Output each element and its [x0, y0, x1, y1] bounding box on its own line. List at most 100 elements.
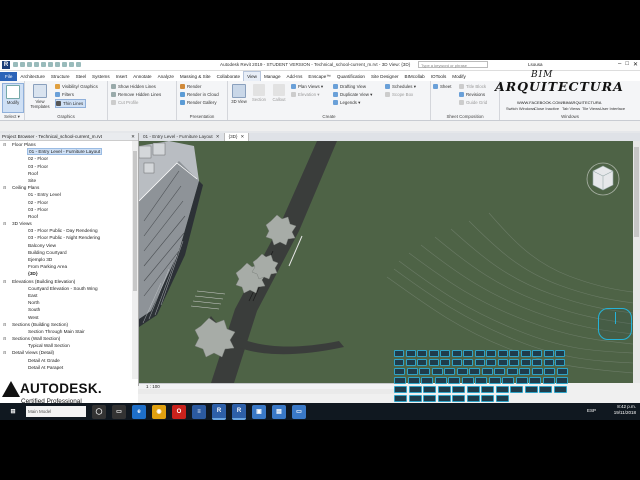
render-button[interactable]: Render: [180, 83, 201, 90]
keyboard-key[interactable]: [394, 377, 406, 384]
callout-button[interactable]: Callout: [269, 83, 289, 111]
tab-enscape[interactable]: Enscape™: [305, 72, 333, 81]
render-gallery-button[interactable]: Render Gallery: [180, 99, 217, 106]
keyboard-key[interactable]: [434, 377, 447, 384]
tab-annotate[interactable]: Annotate: [130, 72, 154, 81]
tree-item[interactable]: 01 - Entry Level - Furniture Layout: [0, 148, 132, 156]
keyboard-key[interactable]: [406, 368, 418, 375]
revisions-button[interactable]: Revisions: [459, 91, 485, 98]
tree-item[interactable]: East: [0, 292, 132, 299]
tree-item[interactable]: Balcony View: [0, 242, 132, 249]
keyboard-key[interactable]: [405, 350, 416, 357]
3d-view-icon[interactable]: [62, 62, 67, 67]
thin-lines-button[interactable]: Thin Lines: [55, 99, 87, 108]
tree-item[interactable]: From Parking Area: [0, 263, 132, 270]
keyboard-key[interactable]: [555, 359, 565, 366]
collapse-toggle-icon[interactable]: ⊟: [3, 220, 6, 227]
tree-item[interactable]: Courtyard Elevation - South Wing: [0, 285, 132, 292]
cut-profile-button[interactable]: Cut Profile: [111, 99, 139, 106]
guide-grid-button[interactable]: Guide Grid: [459, 99, 487, 106]
keyboard-key[interactable]: [497, 359, 508, 366]
tab-systems[interactable]: Systems: [89, 72, 113, 81]
save-icon[interactable]: [20, 62, 25, 67]
keyboard-key[interactable]: [481, 395, 494, 402]
language-indicator[interactable]: ESP: [587, 408, 596, 414]
plan-views-button[interactable]: Plan Views ▾: [291, 83, 323, 90]
keyboard-key[interactable]: [466, 395, 480, 402]
remove-hidden-lines-button[interactable]: Remove Hidden Lines: [111, 91, 161, 98]
keyboard-key[interactable]: [520, 350, 531, 357]
taskbar-search-input[interactable]: Main Model: [26, 406, 86, 417]
tree-item[interactable]: North: [0, 299, 132, 306]
revit-logo-icon[interactable]: R: [2, 61, 10, 69]
collapse-toggle-icon[interactable]: ⊟: [3, 184, 6, 191]
tree-item[interactable]: Section Through Main Stair: [0, 328, 132, 335]
keyboard-key[interactable]: [515, 377, 528, 384]
tab-insert[interactable]: Insert: [113, 72, 131, 81]
keyboard-key[interactable]: [394, 359, 404, 366]
document-tab[interactable]: {3D} ✕: [224, 133, 250, 141]
tree-item[interactable]: Detail At Parapet: [0, 364, 132, 371]
user-name[interactable]: Lsousa: [528, 62, 543, 67]
clock-date[interactable]: 19/11/2018: [614, 410, 636, 416]
keyboard-key[interactable]: [520, 359, 531, 366]
undo-icon[interactable]: [27, 62, 32, 67]
tab-steel[interactable]: Steel: [73, 72, 89, 81]
tab-view[interactable]: View: [243, 71, 261, 81]
collapse-toggle-icon[interactable]: ⊟: [3, 278, 6, 285]
keyboard-key[interactable]: [437, 386, 451, 393]
task-view-icon[interactable]: ▭: [112, 404, 126, 419]
tree-item[interactable]: 02 - Floor: [0, 155, 132, 162]
keyboard-key[interactable]: [556, 368, 568, 375]
text-icon[interactable]: [55, 62, 60, 67]
keyboard-key[interactable]: [405, 359, 416, 366]
select-panel-label[interactable]: Select ▾: [0, 113, 24, 120]
keyboard-key[interactable]: [542, 377, 555, 384]
keyboard-key[interactable]: [486, 350, 496, 357]
edge-icon[interactable]: e: [132, 404, 146, 419]
visibility-graphics-button[interactable]: Visibility/ Graphics: [55, 83, 98, 90]
scope-box-button[interactable]: Scope Box: [385, 91, 413, 98]
schedules-button[interactable]: Schedules ▾: [385, 83, 416, 90]
keyboard-key[interactable]: [532, 350, 542, 357]
keyboard-key[interactable]: [423, 386, 436, 393]
keyboard-key[interactable]: [451, 359, 462, 366]
tree-item[interactable]: 03 - Floor Public - Night Rendering: [0, 234, 132, 241]
keyboard-key[interactable]: [394, 386, 407, 393]
tree-category[interactable]: ⊟ Ceiling Plans: [0, 184, 132, 191]
keyboard-key[interactable]: [440, 359, 450, 366]
chrome-icon[interactable]: ◉: [152, 404, 166, 419]
keyboard-key[interactable]: [495, 395, 509, 402]
tab-site-designer[interactable]: Site Designer: [368, 72, 402, 81]
keyboard-key[interactable]: [495, 386, 509, 393]
keyboard-key[interactable]: [444, 368, 455, 375]
tree-category[interactable]: ⊟ Sections (Building Section): [0, 321, 132, 328]
view-cube[interactable]: [586, 162, 620, 196]
redo-icon[interactable]: [34, 62, 39, 67]
tree-item[interactable]: Building Courtyard: [0, 249, 132, 256]
keyboard-key[interactable]: [394, 368, 405, 375]
tab-quantification[interactable]: Quantification: [334, 72, 368, 81]
tree-item[interactable]: Roof: [0, 170, 132, 177]
close-button[interactable]: ✕: [633, 61, 638, 68]
keyboard-key[interactable]: [421, 377, 433, 384]
tree-category[interactable]: ⊟ Elevations (Building Elevation): [0, 278, 132, 285]
keyboard-key[interactable]: [448, 377, 460, 384]
keyboard-key[interactable]: [431, 368, 443, 375]
view-templates-button[interactable]: View Templates: [28, 83, 52, 111]
keyboard-key[interactable]: [519, 368, 530, 375]
keyboard-key[interactable]: [394, 395, 407, 402]
section-button[interactable]: Section: [249, 83, 269, 111]
modify-button[interactable]: Modify: [2, 83, 24, 113]
opera-icon[interactable]: O: [172, 404, 186, 419]
elevation-button[interactable]: Elevation ▾: [291, 91, 320, 98]
collapse-toggle-icon[interactable]: ⊟: [3, 349, 6, 356]
tab-manage[interactable]: Manage: [261, 72, 284, 81]
help-search-input[interactable]: Type a keyword or phrase: [418, 61, 488, 68]
keyboard-key[interactable]: [461, 377, 474, 384]
keyboard-key[interactable]: [463, 350, 473, 357]
tree-item[interactable]: West: [0, 314, 132, 321]
keyboard-key[interactable]: [506, 368, 518, 375]
thin-lines-icon[interactable]: [76, 62, 81, 67]
keyboard-key[interactable]: [553, 386, 567, 393]
